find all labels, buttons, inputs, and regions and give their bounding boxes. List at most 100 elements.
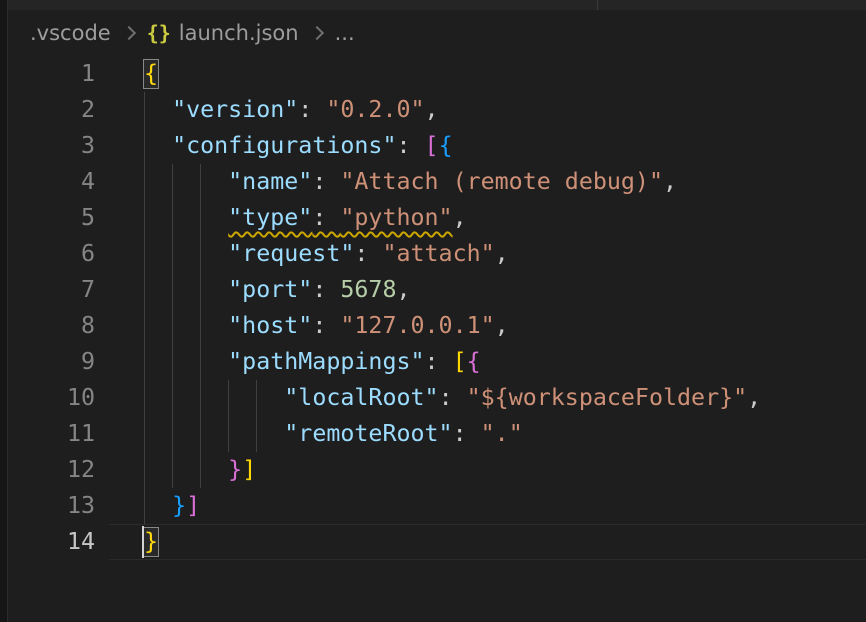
vscode-editor-window: .vscode {} launch.json ... 1{2 "version"… [0, 0, 866, 622]
code-token[interactable]: , [495, 312, 509, 339]
code-line[interactable]: 8 "host": "127.0.0.1", [0, 308, 866, 344]
code-token[interactable]: , [396, 276, 410, 303]
code-token[interactable]: 5678 [340, 276, 396, 303]
line-number[interactable]: 14 [0, 524, 95, 560]
tab-separator [597, 0, 598, 10]
code-token[interactable]: "127.0.0.1" [340, 312, 494, 339]
code-text: "pathMappings": [{ [144, 348, 481, 375]
code-token[interactable]: "configurations" [172, 132, 396, 159]
code-line[interactable]: 12 }] [0, 452, 866, 488]
code-line[interactable]: 1{ [0, 56, 866, 92]
breadcrumb-file[interactable]: launch.json [179, 21, 299, 45]
line-number[interactable]: 11 [0, 416, 95, 452]
code-token[interactable]: : [439, 384, 467, 411]
code-token[interactable]: "pathMappings" [228, 348, 424, 375]
code-lines: 1{2 "version": "0.2.0",3 "configurations… [0, 56, 866, 560]
code-token[interactable]: "python" [340, 204, 452, 231]
breadcrumb: .vscode {} launch.json ... [8, 10, 866, 56]
line-number[interactable]: 2 [0, 92, 95, 128]
json-braces-icon: {} [147, 21, 171, 45]
code-text: }] [144, 492, 200, 519]
code-text: "version": "0.2.0", [144, 96, 439, 123]
line-number[interactable]: 9 [0, 344, 95, 380]
code-token[interactable]: , [663, 168, 677, 195]
line-number[interactable]: 8 [0, 308, 95, 344]
code-line[interactable]: 4 "name": "Attach (remote debug)", [0, 164, 866, 200]
line-number[interactable]: 4 [0, 164, 95, 200]
code-token[interactable]: } [172, 492, 186, 519]
bracket-match[interactable]: { [144, 56, 158, 92]
line-number[interactable]: 3 [0, 128, 95, 164]
code-token[interactable]: "attach" [382, 240, 494, 267]
code-line[interactable]: 3 "configurations": [{ [0, 128, 866, 164]
code-text: }] [144, 456, 256, 483]
line-number[interactable]: 7 [0, 272, 95, 308]
code-line[interactable]: 6 "request": "attach", [0, 236, 866, 272]
code-text: { [144, 60, 158, 87]
code-text: "type": "python", [144, 204, 467, 231]
line-number[interactable]: 1 [0, 56, 95, 92]
bracket-match[interactable]: } [144, 524, 158, 560]
code-token[interactable]: ] [186, 492, 200, 519]
code-token[interactable]: "Attach (remote debug)" [340, 168, 663, 195]
code-token[interactable]: , [425, 96, 439, 123]
tab-bar-edge [0, 0, 866, 10]
code-token[interactable]: "${workspaceFolder}" [467, 384, 748, 411]
code-line[interactable]: 5 "type": "python", [0, 200, 866, 236]
code-token[interactable]: "type" [228, 204, 312, 231]
line-number[interactable]: 10 [0, 380, 95, 416]
code-token[interactable]: "version" [172, 96, 298, 123]
code-text: "request": "attach", [144, 240, 509, 267]
code-text: "localRoot": "${workspaceFolder}", [144, 384, 761, 411]
code-token[interactable]: , [453, 204, 467, 231]
code-line[interactable]: 7 "port": 5678, [0, 272, 866, 308]
code-token[interactable]: } [228, 456, 242, 483]
breadcrumb-folder[interactable]: .vscode [30, 21, 111, 45]
code-token[interactable]: { [467, 348, 481, 375]
breadcrumb-symbol[interactable]: ... [335, 21, 355, 45]
code-token[interactable]: "request" [228, 240, 354, 267]
line-number[interactable]: 12 [0, 452, 95, 488]
code-token[interactable]: : [312, 168, 340, 195]
code-token[interactable]: "name" [228, 168, 312, 195]
code-token[interactable]: : [298, 96, 326, 123]
code-text: "port": 5678, [144, 276, 411, 303]
code-token[interactable]: , [747, 384, 761, 411]
code-token[interactable]: "remoteRoot" [284, 420, 452, 447]
text-cursor [142, 526, 144, 558]
code-token[interactable]: [ [453, 348, 467, 375]
code-token[interactable]: ] [242, 456, 256, 483]
code-line[interactable]: 10 "localRoot": "${workspaceFolder}", [0, 380, 866, 416]
code-token[interactable]: "localRoot" [284, 384, 438, 411]
code-token[interactable]: "host" [228, 312, 312, 339]
line-number[interactable]: 6 [0, 236, 95, 272]
code-line[interactable]: 9 "pathMappings": [{ [0, 344, 866, 380]
code-token[interactable]: "0.2.0" [326, 96, 424, 123]
line-number[interactable]: 13 [0, 488, 95, 524]
code-token[interactable]: : [312, 276, 340, 303]
code-token[interactable]: "port" [228, 276, 312, 303]
chevron-right-icon [310, 26, 324, 40]
line-number[interactable]: 5 [0, 200, 95, 236]
code-text: "remoteRoot": "." [144, 420, 523, 447]
code-token[interactable]: { [439, 132, 453, 159]
warning-squiggle: "type": "python" [228, 204, 452, 231]
code-token[interactable]: [ [425, 132, 439, 159]
chevron-right-icon [122, 26, 136, 40]
code-token[interactable]: : [425, 348, 453, 375]
code-token[interactable]: : [312, 204, 340, 231]
code-token[interactable]: : [312, 312, 340, 339]
code-text: "name": "Attach (remote debug)", [144, 168, 677, 195]
code-token[interactable]: "." [481, 420, 523, 447]
code-line[interactable]: 14} [0, 524, 866, 560]
code-line[interactable]: 2 "version": "0.2.0", [0, 92, 866, 128]
code-token[interactable]: : [396, 132, 424, 159]
code-token[interactable]: , [495, 240, 509, 267]
code-text: "host": "127.0.0.1", [144, 312, 509, 339]
code-text: } [144, 528, 158, 555]
code-line[interactable]: 13 }] [0, 488, 866, 524]
code-token[interactable]: : [354, 240, 382, 267]
code-token[interactable]: : [453, 420, 481, 447]
code-line[interactable]: 11 "remoteRoot": "." [0, 416, 866, 452]
code-text: "configurations": [{ [144, 132, 453, 159]
